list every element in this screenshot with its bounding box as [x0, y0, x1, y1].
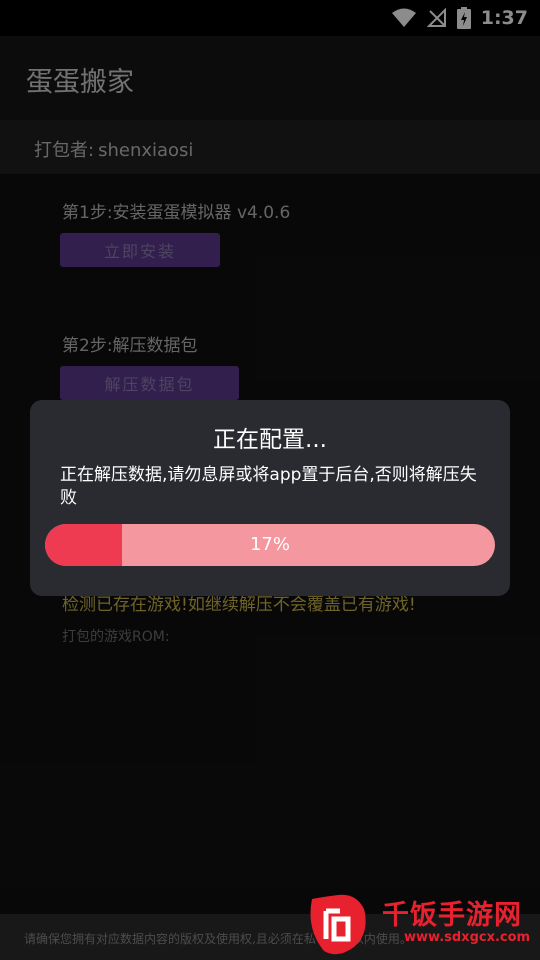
screen: 1:37 蛋蛋搬家 打包者: shenxiaosi 第1步:安装蛋蛋模拟器 v4.…: [0, 0, 540, 960]
step-2-label: 第2步:解压数据包: [62, 336, 198, 356]
no-signal-icon: [426, 8, 446, 27]
packer-label: 打包者:: [34, 140, 95, 161]
dialog-title: 正在配置...: [213, 427, 327, 453]
watermark-url: www.sdxgcx.com: [404, 930, 531, 945]
battery-charging-icon: [456, 7, 471, 29]
rom-label: 打包的游戏ROM:: [62, 629, 170, 645]
progress-bar: 17%: [45, 524, 495, 566]
app-title: 蛋蛋搬家: [26, 67, 134, 98]
app-bar: 蛋蛋搬家: [0, 36, 540, 120]
watermark-logo-icon: [310, 894, 366, 955]
status-bar: 1:37: [0, 0, 540, 36]
dialog-message: 正在解压数据,请勿息屏或将app置于后台,否则将解压失败: [60, 465, 477, 508]
watermark-text: 千饭手游网: [382, 900, 522, 931]
step-1-label: 第1步:安装蛋蛋模拟器 v4.0.6: [62, 203, 291, 223]
install-button[interactable]: 立即安装: [60, 233, 220, 267]
packer-info: 打包者: shenxiaosi: [30, 136, 193, 162]
progress-label: 17%: [249, 534, 290, 555]
packer-name: shenxiaosi: [98, 140, 194, 161]
wifi-icon: [391, 8, 416, 27]
extract-button[interactable]: 解压数据包: [60, 366, 239, 400]
progress-dialog: 正在配置... 正在解压数据,请勿息屏或将app置于后台,否则将解压失败 17%: [30, 400, 510, 596]
status-time: 1:37: [480, 7, 528, 29]
watermark: 千饭手游网 www.sdxgcx.com: [300, 885, 536, 960]
packer-row: 打包者: shenxiaosi: [0, 120, 540, 174]
